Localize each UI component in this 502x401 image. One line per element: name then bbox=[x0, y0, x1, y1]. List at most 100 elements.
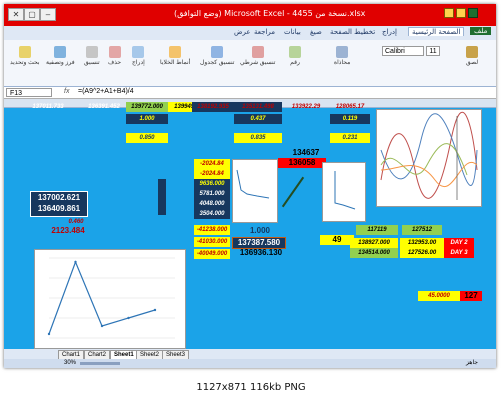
excel-logo-icon bbox=[468, 8, 478, 18]
cell-r3-b[interactable]: 0.835 bbox=[234, 133, 282, 143]
conditional-format-button[interactable]: تنسيق شرطي bbox=[240, 46, 275, 66]
mid-label-cell[interactable]: 134637 bbox=[288, 148, 324, 158]
number-format-button[interactable]: رقم bbox=[289, 46, 301, 66]
right-row1-a[interactable]: 138927.000 bbox=[350, 238, 398, 248]
chart-point bbox=[153, 308, 157, 312]
zoom-slider[interactable] bbox=[80, 362, 120, 365]
col-neg-2[interactable]: -41030.000 bbox=[194, 237, 230, 247]
paste-button[interactable]: لصق bbox=[466, 46, 478, 66]
close-button[interactable]: ✕ bbox=[8, 8, 24, 21]
worksheet-grid[interactable]: 137011.733 136391.452 139772.000 139949.… bbox=[4, 99, 496, 349]
tab-formulas[interactable]: صيغ bbox=[310, 28, 322, 36]
format-as-table-button[interactable]: تنسيق كجدول bbox=[200, 46, 234, 66]
col-neg-1[interactable]: -41238.000 bbox=[194, 225, 230, 235]
left-red-value[interactable]: 2123.484 bbox=[44, 226, 92, 236]
align-icon bbox=[336, 46, 349, 58]
cell-r2-a[interactable]: 1.000 bbox=[126, 114, 168, 124]
col-small-4[interactable]: 5781.000 bbox=[194, 189, 230, 199]
sort-filter-button[interactable]: فرز وتصفية bbox=[46, 46, 75, 66]
right-row1-b[interactable]: 132953.00 bbox=[400, 238, 444, 248]
cell-r1-h[interactable]: 128065.17 bbox=[330, 102, 370, 112]
ribbon-tab-bar: ملف الصفحة الرئيسية إدراج تخطيط الصفحة ص… bbox=[4, 26, 496, 40]
wave-series-3 bbox=[380, 143, 468, 176]
bottom-right-2[interactable]: 127 bbox=[460, 291, 482, 301]
small-chart-mid-line bbox=[236, 169, 270, 199]
minimize-button[interactable]: – bbox=[40, 8, 56, 21]
clipboard-icon bbox=[466, 46, 479, 58]
cell-styles-button[interactable]: أنماط الخلايا bbox=[160, 46, 190, 66]
sort-filter-icon bbox=[54, 46, 67, 58]
font-name-select[interactable]: Calibri bbox=[382, 46, 424, 56]
right-top-2[interactable]: 127512 bbox=[402, 225, 442, 235]
formula-input[interactable]: =(A9^2+A1+B4)/4 bbox=[78, 88, 134, 95]
small-chart-right[interactable] bbox=[322, 162, 366, 222]
chart-point bbox=[127, 316, 130, 320]
tab-data[interactable]: بيانات bbox=[284, 28, 301, 36]
left-value-1[interactable]: 137002.621 bbox=[33, 193, 85, 203]
right-row2-a[interactable]: 134514.000 bbox=[350, 248, 398, 258]
right-row2-day[interactable]: DAY 3 bbox=[444, 248, 474, 258]
save-icon[interactable] bbox=[444, 8, 454, 18]
wave-series-4 bbox=[380, 162, 478, 188]
cell-r1-c[interactable]: 139772.000 bbox=[126, 102, 168, 112]
insert-function-icon[interactable]: fx bbox=[64, 88, 69, 95]
small-chart-right-plot bbox=[334, 171, 356, 210]
wave-series-1 bbox=[380, 111, 478, 199]
zoom-level[interactable]: 30% bbox=[64, 359, 76, 368]
cell-r1-a[interactable]: 137011.733 bbox=[24, 102, 72, 112]
tab-review[interactable]: مراجعة bbox=[254, 28, 275, 36]
tab-file[interactable]: ملف bbox=[470, 27, 492, 35]
left-value-box: 137002.621 136409.861 bbox=[30, 191, 88, 217]
bottom-line-chart-plot bbox=[47, 257, 175, 339]
col-small-6[interactable]: 3504.000 bbox=[194, 209, 230, 219]
tab-view[interactable]: عرض bbox=[234, 28, 251, 36]
name-box[interactable]: F13 bbox=[6, 88, 52, 97]
tab-page-layout[interactable]: تخطيط الصفحة bbox=[330, 28, 375, 36]
yellow-49-cell[interactable]: 49 bbox=[320, 235, 354, 245]
col-small-2[interactable]: -2024.84 bbox=[194, 169, 230, 179]
cell-r1-f[interactable]: 135131.498 bbox=[234, 102, 282, 112]
tab-home[interactable]: الصفحة الرئيسية bbox=[408, 27, 465, 36]
bottom-right-1[interactable]: 45.0000 bbox=[418, 291, 460, 301]
cell-r2-c[interactable]: 0.119 bbox=[330, 114, 370, 124]
find-select-button[interactable]: بحث وتحديد bbox=[10, 46, 40, 66]
right-row2-b[interactable]: 127526.00 bbox=[400, 248, 444, 258]
insert-cells-button[interactable]: إدراج bbox=[132, 46, 145, 66]
small-chart-mid[interactable] bbox=[232, 159, 278, 223]
wave-series-2 bbox=[380, 113, 478, 186]
small-chart-mid-plot bbox=[236, 169, 270, 199]
cell-r1-e[interactable]: 138192.935 bbox=[192, 102, 234, 112]
right-top-1[interactable]: 117119 bbox=[356, 225, 398, 235]
maximize-button[interactable]: ▢ bbox=[24, 8, 40, 21]
cell-r3-c[interactable]: 0.231 bbox=[330, 133, 370, 143]
table-icon bbox=[211, 46, 224, 58]
right-row1-day[interactable]: DAY 2 bbox=[444, 238, 474, 248]
image-caption: 1127x871 116kb PNG bbox=[196, 382, 306, 393]
undo-icon[interactable] bbox=[456, 8, 466, 18]
delete-cells-icon bbox=[108, 46, 121, 58]
cell-r2-b[interactable]: 0.437 bbox=[234, 114, 282, 124]
font-size-select[interactable]: 11 bbox=[426, 46, 440, 56]
status-ready: جاهز bbox=[466, 360, 479, 366]
tab-insert[interactable]: إدراج bbox=[382, 28, 397, 36]
delete-cells-button[interactable]: حذف bbox=[108, 46, 121, 66]
col-small-1[interactable]: -2024.84 bbox=[194, 159, 230, 169]
cell-r3-a[interactable]: 0.850 bbox=[126, 133, 168, 143]
left-value-2[interactable]: 136409.861 bbox=[33, 204, 85, 214]
center-val-1[interactable]: 1.000 bbox=[236, 226, 284, 236]
mid-red-cell[interactable]: 136058 bbox=[278, 158, 326, 168]
col-neg-3[interactable]: -40049.000 bbox=[194, 249, 230, 259]
cell-r1-b[interactable]: 136391.452 bbox=[82, 102, 126, 112]
window-title: (وضع التوافق) Microsoft Excel - نسخة من … bbox=[174, 9, 366, 18]
col-small-3[interactable]: 9636.000 bbox=[194, 179, 230, 189]
align-button[interactable]: محاذاة bbox=[334, 46, 350, 66]
format-cells-button[interactable]: تنسيق bbox=[84, 46, 100, 66]
number-icon bbox=[289, 46, 301, 58]
cell-r1-g[interactable]: 133922.29 bbox=[284, 102, 328, 112]
bottom-line-chart[interactable] bbox=[34, 249, 186, 349]
center-val-3[interactable]: 136936.130 bbox=[236, 248, 286, 258]
ribbon: لصق Calibri 11 محاذاة رقم تنسيق شرطي تنس… bbox=[4, 40, 496, 87]
format-cells-icon bbox=[85, 46, 98, 58]
wave-chart[interactable] bbox=[376, 109, 482, 207]
col-small-5[interactable]: 4048.000 bbox=[194, 199, 230, 209]
